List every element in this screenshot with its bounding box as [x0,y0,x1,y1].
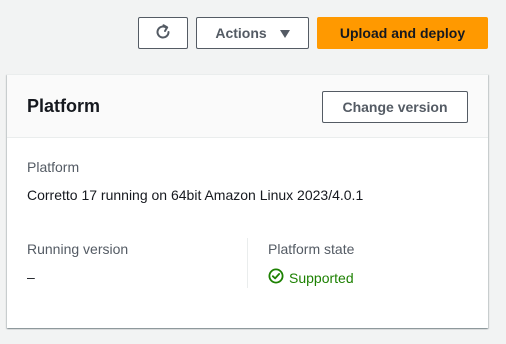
actions-dropdown-button[interactable]: Actions [196,17,309,49]
header-toolbar: Actions Upload and deploy [0,17,506,49]
platform-panel: Platform Change version Platform Corrett… [7,74,488,328]
change-version-button[interactable]: Change version [322,91,468,123]
panel-header: Platform Change version [7,75,488,138]
refresh-icon [154,23,172,44]
check-circle-icon [268,268,289,288]
refresh-button[interactable] [138,17,188,49]
platform-state-label: Platform state [268,241,355,257]
platform-state-status: Supported [268,268,354,288]
platform-value: Corretto 17 running on 64bit Amazon Linu… [27,187,364,203]
platform-label: Platform [27,159,80,175]
running-version-label: Running version [27,241,129,257]
column-divider [247,238,248,288]
change-version-label: Change version [342,99,448,115]
actions-label: Actions [215,25,267,41]
upload-and-deploy-button[interactable]: Upload and deploy [317,17,488,49]
upload-and-deploy-label: Upload and deploy [339,25,466,41]
panel-title: Platform [27,96,101,116]
running-version-value: – [27,269,35,285]
caret-down-icon [279,29,290,38]
platform-state-value: Supported [289,270,354,286]
